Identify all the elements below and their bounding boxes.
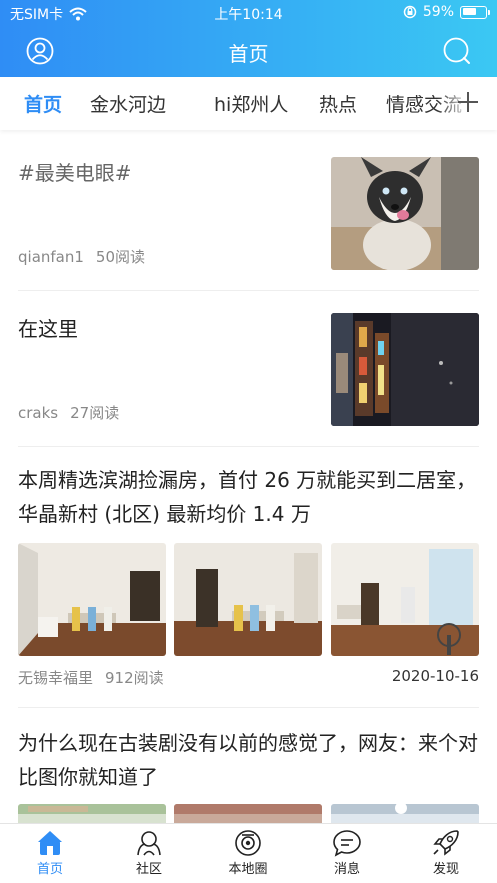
husky-dog-image [331, 157, 479, 270]
living-room-image [331, 543, 479, 656]
feed-item-reads: 50阅读 [95, 248, 146, 266]
costume-drama-image [331, 804, 479, 823]
app-header: 无SIM卡 上午10:14 59% 首页 [0, 0, 497, 77]
feed-item-thumbnail [18, 543, 166, 656]
tab-hot[interactable]: 热点 [319, 90, 357, 117]
bottom-tab-label: 社区 [135, 862, 162, 877]
battery-percent: 59% [422, 4, 454, 20]
discover-rocket-icon [433, 830, 459, 856]
bottom-tab-label: 首页 [36, 862, 63, 877]
tab-home[interactable]: 首页 [24, 90, 62, 117]
battery-icon [460, 5, 490, 19]
feed-item-thumbnail [331, 804, 479, 823]
search-icon[interactable] [443, 37, 471, 65]
bottom-tab-discover[interactable]: 发现 [406, 829, 486, 877]
feed-item[interactable]: 本周精选滨湖捡漏房，首付 26 万就能买到二居室，华晶新村 (北区) 最新均价 … [18, 463, 479, 691]
feed-item-title: #最美电眼# [18, 161, 132, 185]
feed-item-thumbnail [331, 313, 479, 426]
feed-item-meta: 无锡幸福里 912阅读 [18, 667, 164, 688]
feed-item-author: 无锡幸福里 [18, 669, 94, 687]
feed-item-meta: craks 27阅读 [18, 402, 119, 423]
bottom-tab-bar: 首页 社区 本地圈 消息 发现 [0, 823, 497, 883]
feed-item-date: 2020-10-16 [391, 667, 479, 685]
tab-jinshui-river[interactable]: 金水河边 [90, 90, 166, 117]
home-icon [38, 831, 62, 855]
bottom-tab-local[interactable]: 本地圈 [208, 829, 288, 877]
feed-item-thumbnail [174, 543, 322, 656]
local-circle-icon [235, 830, 261, 856]
feed-item-reads: 27阅读 [70, 404, 120, 422]
bottom-tab-label: 发现 [432, 862, 459, 877]
outdoor-set-image [174, 804, 322, 823]
tab-hi-zhengzhou[interactable]: hi郑州人 [214, 90, 288, 117]
bottom-tab-home[interactable]: 首页 [10, 829, 90, 877]
orientation-lock-icon [403, 5, 417, 19]
divider [18, 446, 479, 447]
bottom-tab-label: 本地圈 [228, 862, 268, 877]
feed-item-thumbnail [331, 543, 479, 656]
bottom-tab-label: 消息 [333, 862, 360, 877]
feed-item[interactable]: #最美电眼# qianfan1 50阅读 [18, 152, 479, 270]
page-title: 首页 [228, 42, 269, 66]
add-channel-icon[interactable] [457, 91, 479, 113]
feed-item-thumbnail [174, 804, 322, 823]
nav-bar: 首页 [0, 26, 497, 77]
bottom-tab-messages[interactable]: 消息 [307, 829, 387, 877]
feed-item-thumbnail [18, 804, 166, 823]
feed-item-author: qianfan1 [18, 248, 84, 266]
divider [18, 707, 479, 708]
dining-room-image [18, 543, 166, 656]
feed-item-title: 在这里 [18, 317, 78, 341]
feed-item-meta: qianfan1 50阅读 [18, 246, 145, 267]
feed-item-reads: 912阅读 [105, 669, 164, 687]
bottom-tab-community[interactable]: 社区 [109, 829, 189, 877]
feed-item-author: craks [18, 404, 59, 422]
community-icon [137, 831, 161, 856]
status-bar: 无SIM卡 上午10:14 59% [0, 0, 497, 26]
feed-item-title: 为什么现在古装剧没有以前的感觉了，网友：来个对比图你就知道了 [18, 731, 478, 789]
news-feed: #最美电眼# qianfan1 50阅读 在这里 craks 27阅读 本周精选… [0, 130, 497, 823]
dining-room-image [174, 543, 322, 656]
feed-item[interactable]: 为什么现在古装剧没有以前的感觉了，网友：来个对比图你就知道了 [18, 726, 479, 823]
night-street-image [331, 313, 479, 426]
feed-item-title: 本周精选滨湖捡漏房，首付 26 万就能买到二居室，华晶新村 (北区) 最新均价 … [18, 468, 477, 526]
channel-tabs: 首页 金水河边 hi郑州人 热点 情感交流 [0, 77, 497, 130]
message-icon [333, 830, 361, 857]
divider [18, 290, 479, 291]
outdoor-set-image [18, 804, 166, 823]
feed-item[interactable]: 在这里 craks 27阅读 [18, 308, 479, 426]
feed-item-thumbnail [331, 157, 479, 270]
